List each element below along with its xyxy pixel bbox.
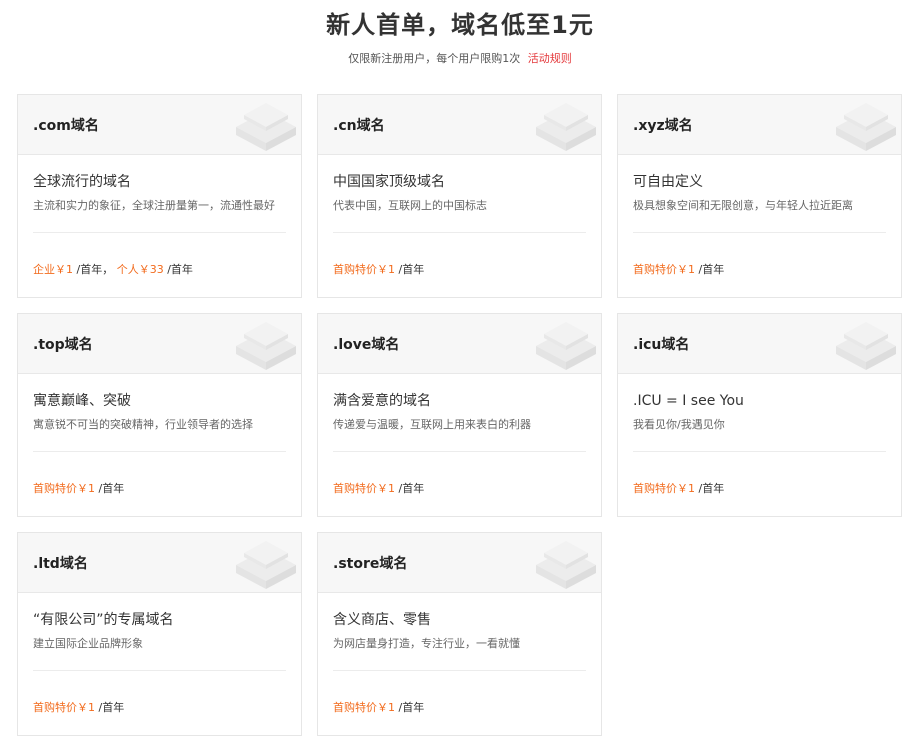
card-tagline: 全球流行的域名	[33, 174, 131, 190]
price-unit: /首年，	[76, 263, 114, 276]
card-description: 极具想象空间和无限创意，与年轻人拉近距离	[633, 199, 853, 212]
layers-decoration-icon	[236, 103, 296, 151]
divider	[33, 232, 286, 233]
card-body: “有限公司”的专属域名 建立国际企业品牌形象 首购特价￥1 /首年	[18, 593, 301, 716]
price-unit: /首年	[167, 263, 193, 276]
divider	[33, 451, 286, 452]
card-description: 传递爱与温暖，互联网上用来表白的利器	[333, 418, 531, 431]
card-description: 建立国际企业品牌形象	[33, 637, 143, 650]
card-price: 首购特价￥1 /首年	[333, 262, 586, 278]
domain-card-com[interactable]: .com域名 全球流行的域名 主流和实力的象征，全球注册量第一，流通性最好 企业…	[17, 94, 302, 298]
layers-decoration-icon	[236, 541, 296, 589]
card-tagline: .ICU = I see You	[633, 393, 744, 409]
domain-card-icu[interactable]: .icu域名 .ICU = I see You 我看见你/我遇见你 首购特价￥1…	[617, 313, 902, 517]
price-first-purchase: 首购特价￥1	[333, 482, 395, 495]
card-tagline: 中国国家顶级域名	[333, 174, 445, 190]
card-price: 首购特价￥1 /首年	[33, 481, 286, 497]
card-header: .cn域名	[318, 95, 601, 155]
domain-name: .store域名	[333, 556, 408, 572]
price-unit: /首年	[398, 263, 425, 276]
card-header: .com域名	[18, 95, 301, 155]
card-header: .xyz域名	[618, 95, 901, 155]
domain-name: .com域名	[33, 118, 99, 134]
domain-name: .ltd域名	[33, 556, 88, 572]
domain-card-top[interactable]: .top域名 寓意巅峰、突破 寓意锐不可当的突破精神，行业领导者的选择 首购特价…	[17, 313, 302, 517]
layers-decoration-icon	[536, 322, 596, 370]
card-tagline: 可自由定义	[633, 174, 703, 190]
domain-name: .icu域名	[633, 337, 690, 353]
divider	[33, 670, 286, 671]
domain-name: .cn域名	[333, 118, 385, 134]
card-price: 企业￥1 /首年， 个人￥33 /首年	[33, 262, 286, 278]
card-price: 首购特价￥1 /首年	[633, 262, 886, 278]
layers-decoration-icon	[536, 541, 596, 589]
subtitle-text: 仅限新注册用户，每个用户限购1次	[348, 52, 521, 65]
card-header: .top域名	[18, 314, 301, 374]
card-tagline: “有限公司”的专属域名	[33, 612, 174, 628]
promo-header: 新人首单，域名低至1元 仅限新注册用户，每个用户限购1次 活动规则	[0, 0, 920, 67]
card-header: .love域名	[318, 314, 601, 374]
price-first-purchase: 首购特价￥1	[633, 263, 695, 276]
card-header: .ltd域名	[18, 533, 301, 593]
price-first-purchase: 首购特价￥1	[33, 701, 95, 714]
domain-name: .love域名	[333, 337, 400, 353]
layers-decoration-icon	[836, 103, 896, 151]
card-price: 首购特价￥1 /首年	[33, 700, 286, 716]
price-unit: /首年	[398, 482, 425, 495]
price-unit: /首年	[98, 701, 125, 714]
card-body: 含义商店、零售 为网店量身打造，专注行业，一看就懂 首购特价￥1 /首年	[318, 593, 601, 716]
layers-decoration-icon	[536, 103, 596, 151]
divider	[633, 451, 886, 452]
price-enterprise: 企业￥1	[33, 263, 73, 276]
domain-card-love[interactable]: .love域名 满含爱意的域名 传递爱与温暖，互联网上用来表白的利器 首购特价￥…	[317, 313, 602, 517]
card-body: 满含爱意的域名 传递爱与温暖，互联网上用来表白的利器 首购特价￥1 /首年	[318, 374, 601, 497]
price-first-purchase: 首购特价￥1	[333, 263, 395, 276]
domain-card-xyz[interactable]: .xyz域名 可自由定义 极具想象空间和无限创意，与年轻人拉近距离 首购特价￥1…	[617, 94, 902, 298]
domain-name: .top域名	[33, 337, 93, 353]
price-personal: 个人￥33	[116, 263, 164, 276]
divider	[333, 232, 586, 233]
card-description: 寓意锐不可当的突破精神，行业领导者的选择	[33, 418, 253, 431]
divider	[633, 232, 886, 233]
divider	[333, 451, 586, 452]
card-description: 我看见你/我遇见你	[633, 418, 725, 431]
promo-subtitle: 仅限新注册用户，每个用户限购1次 活动规则	[0, 51, 920, 67]
card-body: 可自由定义 极具想象空间和无限创意，与年轻人拉近距离 首购特价￥1 /首年	[618, 155, 901, 278]
price-unit: /首年	[98, 482, 125, 495]
layers-decoration-icon	[836, 322, 896, 370]
card-header: .store域名	[318, 533, 601, 593]
price-unit: /首年	[698, 482, 725, 495]
card-price: 首购特价￥1 /首年	[333, 481, 586, 497]
card-header: .icu域名	[618, 314, 901, 374]
card-price: 首购特价￥1 /首年	[633, 481, 886, 497]
domain-card-store[interactable]: .store域名 含义商店、零售 为网店量身打造，专注行业，一看就懂 首购特价￥…	[317, 532, 602, 736]
divider	[333, 670, 586, 671]
domain-card-ltd[interactable]: .ltd域名 “有限公司”的专属域名 建立国际企业品牌形象 首购特价￥1 /首年	[17, 532, 302, 736]
card-body: 中国国家顶级域名 代表中国，互联网上的中国标志 首购特价￥1 /首年	[318, 155, 601, 278]
card-body: 全球流行的域名 主流和实力的象征，全球注册量第一，流通性最好 企业￥1 /首年，…	[18, 155, 301, 278]
card-tagline: 满含爱意的域名	[333, 393, 431, 409]
card-description: 代表中国，互联网上的中国标志	[333, 199, 487, 212]
card-body: .ICU = I see You 我看见你/我遇见你 首购特价￥1 /首年	[618, 374, 901, 497]
price-unit: /首年	[698, 263, 725, 276]
domain-card-cn[interactable]: .cn域名 中国国家顶级域名 代表中国，互联网上的中国标志 首购特价￥1 /首年	[317, 94, 602, 298]
price-first-purchase: 首购特价￥1	[333, 701, 395, 714]
price-first-purchase: 首购特价￥1	[33, 482, 95, 495]
page-title: 新人首单，域名低至1元	[326, 11, 594, 39]
layers-decoration-icon	[236, 322, 296, 370]
card-tagline: 寓意巅峰、突破	[33, 393, 131, 409]
card-description: 为网店量身打造，专注行业，一看就懂	[333, 637, 520, 650]
price-unit: /首年	[398, 701, 425, 714]
card-price: 首购特价￥1 /首年	[333, 700, 586, 716]
card-tagline: 含义商店、零售	[333, 612, 431, 628]
card-description: 主流和实力的象征，全球注册量第一，流通性最好	[33, 199, 275, 212]
card-body: 寓意巅峰、突破 寓意锐不可当的突破精神，行业领导者的选择 首购特价￥1 /首年	[18, 374, 301, 497]
activity-rules-link[interactable]: 活动规则	[528, 52, 572, 65]
price-first-purchase: 首购特价￥1	[633, 482, 695, 495]
domain-name: .xyz域名	[633, 118, 693, 134]
